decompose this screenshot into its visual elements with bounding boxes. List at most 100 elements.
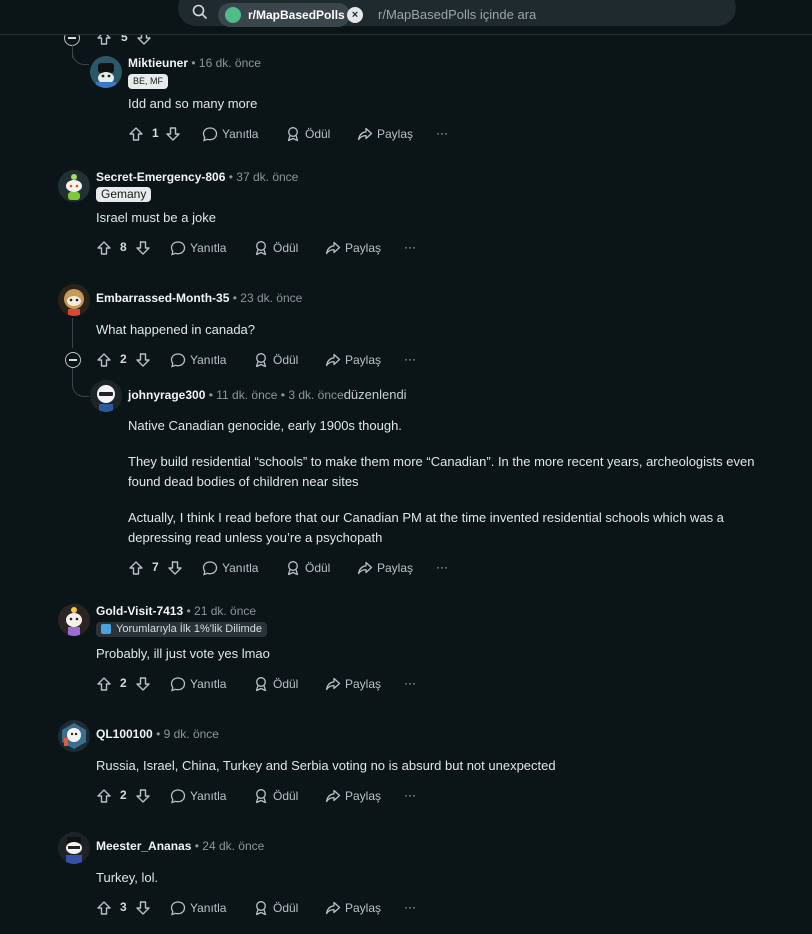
downvote-icon[interactable] [165, 126, 181, 142]
share-button[interactable]: Paylaş [325, 900, 381, 916]
timestamp[interactable]: 11 dk. önce [216, 388, 277, 402]
comment-paragraph: Native Canadian genocide, early 1900s th… [128, 418, 402, 433]
username[interactable]: QL100100 [96, 727, 153, 741]
close-icon[interactable]: × [347, 7, 363, 23]
comment-meta: QL100100 • 9 dk. önce [96, 727, 219, 741]
award-button[interactable]: Ödül [285, 126, 330, 142]
downvote-icon[interactable] [135, 676, 151, 692]
reply-button[interactable]: Yanıtla [170, 240, 226, 256]
downvote-icon[interactable] [135, 900, 151, 916]
username[interactable]: Gold-Visit-7413 [96, 604, 183, 618]
share-button[interactable]: Paylaş [325, 788, 381, 804]
upvote-icon[interactable] [128, 126, 144, 142]
share-label: Paylaş [345, 353, 382, 367]
subreddit-chip[interactable]: r/MapBasedPolls × [218, 3, 363, 27]
search-input[interactable] [378, 3, 718, 25]
more-icon[interactable]: ··· [404, 676, 416, 690]
avatar[interactable] [90, 56, 122, 88]
comment-body: Idd and so many more [128, 94, 788, 114]
more-icon[interactable]: ··· [404, 352, 416, 366]
avatar[interactable] [58, 720, 90, 752]
comment-body: Russia, Israel, China, Turkey and Serbia… [96, 756, 786, 776]
avatar[interactable] [58, 832, 90, 864]
reply-icon [170, 789, 186, 804]
vote-count: 7 [152, 560, 159, 574]
timestamp[interactable]: 16 dk. önce [199, 56, 261, 70]
username[interactable]: Meester_Ananas [96, 839, 191, 853]
reply-button[interactable]: Yanıtla [202, 560, 258, 576]
more-icon[interactable]: ··· [404, 788, 416, 802]
timestamp[interactable]: 24 dk. önce [202, 839, 264, 853]
timestamp[interactable]: 37 dk. önce [236, 170, 298, 184]
downvote-icon[interactable] [167, 560, 183, 576]
action-bar: 2 Yanıtla Ödül Paylaş ··· [96, 348, 436, 372]
share-label: Paylaş [377, 127, 414, 141]
downvote-icon[interactable] [135, 352, 151, 368]
comment-paragraph: They build residential “schools” to make… [128, 454, 755, 489]
comment-text: Idd and so many more [128, 96, 258, 111]
action-bar: 2 Yanıtla Ödül Paylaş ··· [96, 784, 436, 808]
reply-label: Yanıtla [190, 901, 227, 915]
avatar[interactable] [90, 380, 122, 412]
username[interactable]: Embarrassed-Month-35 [96, 291, 229, 305]
award-button[interactable]: Ödül [285, 560, 330, 576]
award-button[interactable]: Ödül [253, 788, 298, 804]
more-icon[interactable]: ··· [436, 126, 448, 140]
avatar[interactable] [58, 284, 90, 316]
comment-text: What happened in canada? [96, 322, 256, 337]
more-icon[interactable]: ··· [436, 560, 448, 574]
award-icon [255, 353, 267, 368]
timestamp[interactable]: 23 dk. önce [240, 291, 302, 305]
more-icon[interactable]: ··· [404, 900, 416, 914]
avatar[interactable] [58, 604, 90, 636]
upvote-icon[interactable] [96, 900, 112, 916]
user-flair: Gemany [96, 187, 152, 202]
edited-label: düzenlendi [343, 387, 407, 402]
username[interactable]: Miktieuner [128, 56, 188, 70]
avatar[interactable] [58, 170, 90, 202]
comment-text: Israel must be a joke [96, 210, 216, 225]
share-icon [325, 901, 341, 915]
reply-button[interactable]: Yanıtla [202, 126, 258, 142]
downvote-icon[interactable] [135, 240, 151, 256]
reply-icon [170, 241, 186, 256]
user-flair: Yorumlarıyla İlk 1%'lik Dilimde [96, 622, 267, 637]
reply-label: Yanıtla [190, 677, 227, 691]
timestamp[interactable]: 9 dk. önce [164, 727, 219, 741]
share-button[interactable]: Paylaş [325, 352, 381, 368]
share-icon [325, 353, 341, 367]
share-button[interactable]: Paylaş [357, 560, 413, 576]
share-button[interactable]: Paylaş [325, 676, 381, 692]
share-button[interactable]: Paylaş [325, 240, 381, 256]
downvote-icon[interactable] [135, 788, 151, 804]
subreddit-icon [225, 7, 241, 23]
collapse-icon[interactable] [65, 352, 81, 368]
upvote-icon[interactable] [96, 240, 112, 256]
comment-body: Israel must be a joke [96, 208, 786, 228]
comment-text: Turkey, lol. [96, 870, 159, 885]
reply-button[interactable]: Yanıtla [170, 788, 226, 804]
share-label: Paylaş [345, 901, 382, 915]
vote-count: 8 [120, 240, 127, 254]
award-button[interactable]: Ödül [253, 900, 298, 916]
comment-body: Native Canadian genocide, early 1900s th… [128, 416, 788, 548]
more-icon[interactable]: ··· [404, 240, 416, 254]
upvote-icon[interactable] [96, 352, 112, 368]
timestamp[interactable]: 21 dk. önce [194, 604, 256, 618]
award-button[interactable]: Ödül [253, 240, 298, 256]
share-button[interactable]: Paylaş [357, 126, 413, 142]
award-button[interactable]: Ödül [253, 352, 298, 368]
upvote-icon[interactable] [96, 676, 112, 692]
upvote-icon[interactable] [128, 560, 144, 576]
comment-body: What happened in canada? [96, 320, 786, 340]
upvote-icon[interactable] [96, 788, 112, 804]
vote-count: 2 [120, 788, 127, 802]
reply-button[interactable]: Yanıtla [170, 352, 226, 368]
username[interactable]: Secret-Emergency-806 [96, 170, 225, 184]
award-button[interactable]: Ödül [253, 676, 298, 692]
reply-button[interactable]: Yanıtla [170, 676, 226, 692]
search-bar[interactable]: r/MapBasedPolls × [178, 0, 736, 27]
reply-button[interactable]: Yanıtla [170, 900, 226, 916]
subreddit-chip-label: r/MapBasedPolls [248, 8, 345, 22]
username[interactable]: johnyrage300 [128, 388, 205, 402]
